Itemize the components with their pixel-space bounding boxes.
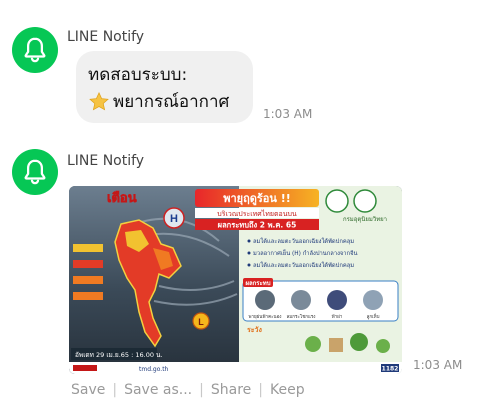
caution-label: ระวัง (247, 326, 262, 334)
legend-swatch (73, 244, 103, 252)
save-button[interactable]: Save (71, 382, 105, 398)
weather-forecast-image[interactable]: H L เตือน อัพเดท 29 เม.ย.65 : 16.00 น. พ… (69, 186, 402, 374)
poster-subtitle: บริเวณประเทศไทยตอนบน (217, 209, 297, 218)
legend-swatch (73, 276, 103, 284)
poster-title: พายุฤดูร้อน !! (223, 192, 291, 206)
divider: | (199, 382, 204, 398)
save-as-button[interactable]: Save as... (124, 382, 192, 398)
message-text-line2: พยากรณ์อากาศ (113, 92, 230, 112)
legend-swatch (73, 260, 103, 268)
footer-strip (69, 362, 402, 374)
bell-icon (24, 159, 46, 185)
bell-icon (24, 37, 46, 63)
divider: | (258, 382, 263, 398)
tree-illustration (350, 333, 368, 351)
wind-icon (291, 290, 311, 310)
footer-logo (73, 365, 97, 371)
keep-button[interactable]: Keep (270, 382, 305, 398)
low-pressure-label: L (198, 317, 204, 327)
footer-website: tmd.go.th (139, 366, 169, 373)
sender-name: LINE Notify (67, 29, 145, 45)
agency-logo (353, 189, 377, 213)
divider: | (112, 382, 118, 398)
image-actions: Save | Save as... | Share | Keep (71, 382, 305, 398)
share-button[interactable]: Share (211, 382, 251, 398)
bullet-text: ลมใต้และลมตะวันออกเฉียงใต้พัดปกคลุม (253, 237, 354, 245)
avatar[interactable] (12, 149, 58, 195)
lightning-icon (327, 290, 347, 310)
hail-icon (363, 290, 383, 310)
date-banner-text: ผลกระทบถึง 2 พ.ค. 65 (218, 221, 297, 230)
high-pressure-label: H (170, 213, 178, 225)
house-illustration (329, 338, 343, 352)
bullet-text: ลมใต้และลมตะวันออกเฉียงใต้พัดปกคลุม (253, 261, 354, 269)
avatar[interactable] (12, 27, 58, 73)
tree-illustration (305, 336, 321, 352)
hotline-number: 1182 (382, 366, 399, 373)
timestamp: 1:03 AM (263, 107, 313, 121)
effect-item: ลมกระโชกแรง (287, 313, 316, 320)
tree-illustration (376, 339, 390, 353)
star-icon (89, 91, 109, 111)
effect-item: พายุฝนฟ้าคะนอง (249, 314, 282, 320)
effects-label: ผลกระทบ (245, 280, 270, 287)
timestamp: 1:03 AM (413, 358, 463, 372)
message-bubble[interactable]: ทดสอบระบบ: พยากรณ์อากาศ (76, 51, 253, 123)
legend-swatch (73, 292, 103, 300)
sender-name: LINE Notify (67, 153, 145, 169)
agency-name: กรมอุตุนิยมวิทยา (343, 216, 387, 223)
message-text: ทดสอบระบบ: (88, 65, 188, 85)
issued-text: อัพเดท 29 เม.ย.65 : 16.00 น. (75, 351, 163, 359)
agency-logo (325, 189, 349, 213)
warning-title: เตือน (107, 190, 137, 206)
storm-icon (255, 290, 275, 310)
effect-item: ฟ้าผ่า (332, 314, 343, 320)
